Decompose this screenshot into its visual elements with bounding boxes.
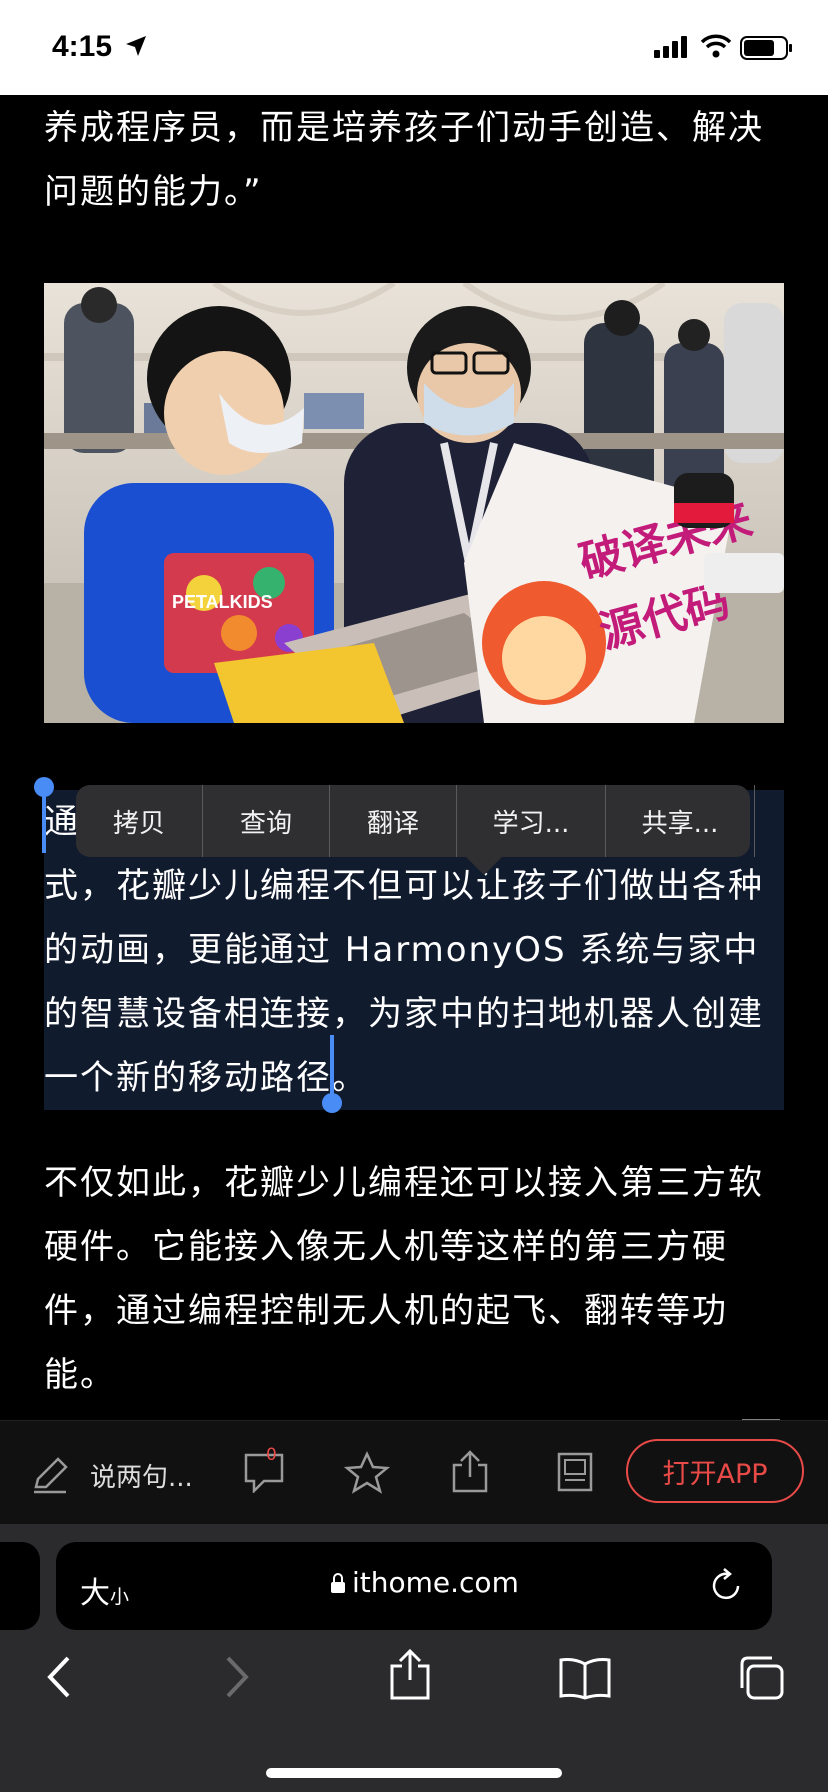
pen-icon[interactable] — [30, 1455, 70, 1495]
menu-item-look-up[interactable]: 查询 — [203, 785, 330, 857]
article-photo[interactable]: PETALKIDS 破译未来 源代码 — [44, 283, 784, 723]
menu-item-learn[interactable]: 学习... — [457, 785, 606, 857]
tabs-icon[interactable] — [736, 1654, 786, 1702]
location-arrow-icon — [126, 36, 146, 56]
selection-end-handle[interactable] — [322, 1093, 342, 1113]
status-time: 4:15 — [52, 30, 113, 63]
article-content[interactable]: 养成程序员，而是培养孩子们动手创造、解决问题的能力。” PETALKIDS 破译… — [0, 95, 828, 1420]
comment-input-placeholder[interactable]: 说两句... — [90, 1457, 193, 1494]
selection-start-bar — [42, 795, 46, 853]
bookmarks-icon[interactable] — [558, 1656, 612, 1700]
paragraph-next[interactable]: 不仅如此，花瓣少儿编程还可以接入第三方软硬件。它能接入像无人机等这样的第三方硬件… — [44, 1151, 784, 1407]
battery-icon — [740, 36, 792, 60]
comment-icon[interactable] — [242, 1451, 286, 1493]
comment-count-badge: 0 — [266, 1445, 277, 1465]
menu-item-copy[interactable]: 拷贝 — [76, 785, 203, 857]
lock-icon — [331, 1573, 345, 1593]
site-action-bar: 说两句... 0 打开APP — [0, 1420, 828, 1525]
text-size-small: 小 — [110, 1586, 130, 1608]
selection-end-bar — [330, 1035, 334, 1097]
browser-toolbar: 大小 ithome.com — [0, 1524, 828, 1792]
forward-icon[interactable] — [216, 1652, 256, 1702]
paragraph-intro[interactable]: 养成程序员，而是培养孩子们动手创造、解决问题的能力。” — [44, 96, 784, 224]
status-bar: 4:15 — [0, 0, 828, 95]
menu-pointer-arrow — [466, 857, 502, 875]
address-bar[interactable]: 大小 ithome.com — [56, 1542, 772, 1630]
share-icon[interactable] — [448, 1449, 492, 1495]
reader-mode-icon[interactable] — [556, 1451, 594, 1493]
open-app-button[interactable]: 打开APP — [626, 1439, 804, 1503]
previous-tab-peek[interactable] — [0, 1542, 40, 1630]
url-host: ithome.com — [352, 1566, 519, 1599]
text-context-menu: 拷贝 查询 翻译 学习... 共享... — [76, 785, 755, 875]
home-indicator[interactable] — [266, 1768, 562, 1778]
text-size-big: 大 — [80, 1576, 110, 1611]
menu-item-translate[interactable]: 翻译 — [330, 785, 457, 857]
share-sheet-icon[interactable] — [386, 1648, 434, 1702]
photo-illustration: PETALKIDS 破译未来 源代码 — [44, 283, 784, 723]
selection-start-handle[interactable] — [34, 777, 54, 797]
cellular-signal-icon — [654, 36, 687, 58]
star-icon[interactable] — [344, 1451, 390, 1495]
wifi-icon — [700, 34, 732, 58]
shirt-print: PETALKIDS — [172, 592, 273, 612]
back-icon[interactable] — [40, 1652, 80, 1702]
text-size-button[interactable]: 大小 — [80, 1568, 129, 1612]
reload-icon[interactable] — [708, 1566, 744, 1604]
menu-item-share[interactable]: 共享... — [606, 785, 755, 857]
